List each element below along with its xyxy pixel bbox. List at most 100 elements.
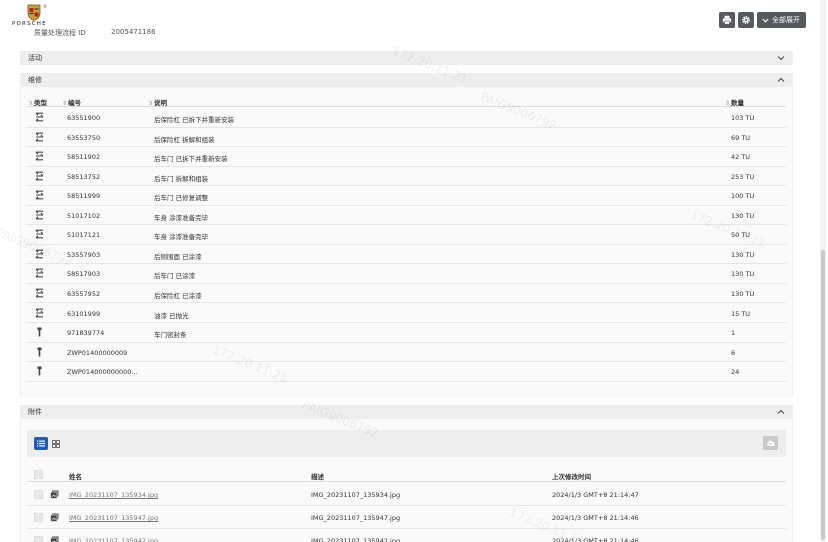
labor-icon — [35, 112, 44, 122]
table-row[interactable]: IMG_20231107_135942.jpg IMG_20231107_1359… — [27, 530, 786, 542]
cloud-upload-icon — [766, 440, 775, 446]
chevron-up-icon[interactable] — [777, 77, 785, 83]
row-quantity: 1 — [731, 329, 736, 338]
row-description: 后车门 已修复调整 — [154, 194, 209, 203]
row-description: 后车门 拆解和组装 — [154, 174, 209, 183]
row-description: 后保险杠 已拆下并重新安装 — [154, 116, 235, 124]
gear-icon — [741, 15, 751, 25]
row-description: 后侧围面 已涂漆 — [154, 252, 202, 261]
row-number: 63557952 — [67, 289, 101, 298]
row-number: 63553750 — [67, 133, 101, 142]
chevron-down-icon — [762, 18, 769, 23]
table-row[interactable]: 58517903 后车门 已涂漆 130 TU — [26, 264, 786, 284]
row-checkbox[interactable] — [34, 513, 43, 522]
part-icon — [37, 366, 42, 376]
table-row[interactable]: 53557903 后侧围面 已涂漆 130 TU — [26, 245, 786, 265]
row-number: 51017121 — [67, 231, 101, 240]
row-quantity: 130 TU — [731, 289, 755, 298]
upload-button[interactable] — [763, 436, 778, 450]
attachments-section-header[interactable]: 附件 — [20, 405, 793, 419]
select-all-checkbox[interactable] — [34, 470, 43, 479]
table-row[interactable]: 63551900 后保险杠 已拆下并重新安装 103 TU — [26, 108, 786, 128]
repair-table-header: ⇕类型 ⇕编号 ⇕说明 ⇕数量 — [26, 96, 786, 107]
column-number[interactable]: ⇕编号 — [62, 97, 81, 107]
table-row[interactable]: 63553750 后保险杠 拆解和组装 69 TU — [26, 128, 786, 148]
table-row[interactable]: ZWP014000000000... 24 — [26, 362, 786, 382]
attachment-name-link[interactable]: IMG_20231107_135947.jpg — [69, 514, 158, 522]
row-quantity: 130 TU — [731, 250, 755, 259]
column-attachment-description[interactable]: 描述 — [311, 471, 324, 481]
column-name[interactable]: 姓名 — [69, 471, 82, 481]
grid-icon — [52, 439, 60, 448]
process-id-label: 质量处理流程 ID — [34, 29, 86, 37]
row-number: 51017102 — [67, 211, 101, 220]
table-row[interactable]: 58511999 后车门 已修复调整 100 TU — [26, 186, 786, 206]
porsche-wordmark: PORSCHE — [12, 21, 47, 27]
chevron-up-icon[interactable] — [777, 409, 785, 415]
attachment-name-link[interactable]: IMG_20231107_135942.jpg — [69, 537, 158, 542]
porsche-crest-icon — [27, 4, 41, 21]
row-description: 后车门 已涂漆 — [154, 272, 196, 281]
repair-section-title: 维修 — [28, 76, 42, 84]
column-type[interactable]: ⇕类型 — [28, 97, 47, 107]
image-file-icon — [50, 536, 59, 542]
row-quantity: 6 — [731, 348, 736, 357]
row-number: ZWP014000000000... — [67, 368, 138, 377]
process-id-value: 2005471186 — [111, 28, 156, 36]
table-row[interactable]: IMG_20231107_135934.jpg IMG_20231107_1359… — [27, 484, 786, 506]
table-row[interactable]: 58511902 后车门 已拆下并重新安装 42 TU — [26, 147, 786, 167]
settings-button[interactable] — [738, 12, 754, 28]
repair-section-header[interactable]: 维修 — [20, 73, 793, 87]
labor-icon — [35, 249, 44, 259]
image-file-icon — [50, 513, 59, 522]
list-view-button[interactable] — [34, 437, 48, 450]
labor-icon — [35, 151, 44, 161]
table-row[interactable]: ZWP01400000009 6 — [26, 343, 786, 363]
column-last-modified[interactable]: 上次修改时间 — [552, 471, 591, 481]
labor-icon — [35, 288, 44, 298]
scrollbar-thumb[interactable] — [821, 250, 825, 540]
row-quantity: 15 TU — [731, 309, 751, 318]
row-description: 油漆 已抛光 — [154, 311, 189, 320]
column-description[interactable]: ⇕说明 — [148, 97, 167, 107]
grid-view-button[interactable] — [49, 437, 63, 450]
row-number: 63101999 — [67, 309, 101, 318]
row-checkbox[interactable] — [34, 490, 43, 499]
row-number: 63551900 — [67, 114, 101, 122]
top-toolbar: 全部展开 — [719, 12, 806, 28]
table-row[interactable]: 51017121 车身 涂漆准备完毕 50 TU — [26, 225, 786, 245]
part-icon — [37, 347, 42, 357]
attachment-modified: 2024/1/3 GMT+8 21:14:46 — [552, 514, 639, 522]
row-description: 车门密封条 — [154, 331, 187, 340]
labor-icon — [35, 308, 44, 317]
table-row[interactable]: IMG_20231107_135947.jpg IMG_20231107_1359… — [27, 507, 786, 529]
page-scrollbar[interactable] — [820, 0, 826, 542]
activity-section-header[interactable]: 活动 — [20, 51, 793, 65]
labor-icon — [35, 171, 44, 180]
row-description: 车身 涂漆准备完毕 — [154, 213, 209, 222]
labor-icon — [35, 132, 44, 141]
attachment-name-link[interactable]: IMG_20231107_135934.jpg — [69, 491, 158, 499]
row-quantity: 253 TU — [731, 172, 755, 181]
table-row[interactable]: 63557952 后保险杠 已涂漆 130 TU — [26, 284, 786, 304]
chevron-down-icon[interactable] — [777, 55, 785, 61]
print-icon — [722, 15, 732, 25]
table-row[interactable]: 51017102 车身 涂漆准备完毕 130 TU — [26, 206, 786, 226]
table-row[interactable]: 971839774 车门密封条 1 — [26, 323, 786, 343]
attachment-description: IMG_20231107_135934.jpg — [311, 491, 401, 499]
porsche-logo: ® PORSCHE — [12, 4, 47, 27]
row-description: 后保险杠 拆解和组装 — [154, 135, 215, 144]
row-checkbox[interactable] — [34, 536, 43, 542]
row-quantity: 24 — [731, 368, 740, 377]
column-quantity[interactable]: ⇕数量 — [725, 97, 744, 107]
labor-icon — [35, 190, 44, 200]
row-number: ZWP01400000009 — [67, 348, 128, 357]
expand-all-button[interactable]: 全部展开 — [757, 12, 806, 28]
labor-icon — [35, 229, 44, 239]
print-button[interactable] — [719, 12, 735, 28]
attachment-description: IMG_20231107_135942.jpg — [311, 537, 401, 542]
labor-icon — [35, 269, 44, 278]
table-row[interactable]: 58513752 后车门 拆解和组装 253 TU — [26, 167, 786, 187]
row-description: 后保险杠 已涂漆 — [154, 291, 202, 300]
table-row[interactable]: 63101999 油漆 已抛光 15 TU — [26, 304, 786, 323]
